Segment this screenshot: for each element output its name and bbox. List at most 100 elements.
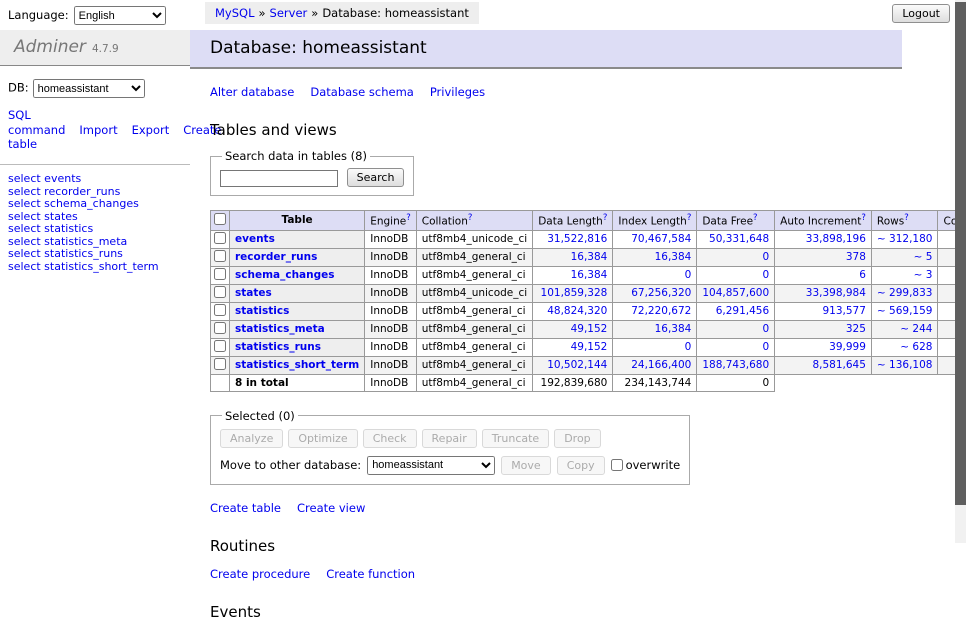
table-name-link[interactable]: statistics_runs	[235, 341, 321, 353]
table-name-link[interactable]: statistics	[235, 305, 289, 317]
row-checkbox[interactable]	[214, 286, 226, 298]
sql-command-link[interactable]: SQL command	[8, 108, 65, 137]
table-name-link[interactable]: events	[235, 233, 275, 245]
overwrite-checkbox[interactable]	[611, 459, 623, 471]
alter-database-link[interactable]: Alter database	[210, 85, 294, 99]
version-link[interactable]: 4.7.9	[92, 43, 119, 55]
create-procedure-link[interactable]: Create procedure	[210, 567, 310, 581]
data-free-link[interactable]: 0	[762, 251, 769, 263]
db-select[interactable]: homeassistant	[33, 79, 145, 98]
row-checkbox[interactable]	[214, 232, 226, 244]
repair-button[interactable]: Repair	[422, 429, 477, 448]
export-link[interactable]: Export	[132, 123, 170, 137]
index-length-help-link[interactable]: ?	[687, 213, 692, 223]
breadcrumb-mysql-link[interactable]: MySQL	[215, 6, 255, 20]
auto-increment-link[interactable]: 378	[846, 251, 866, 263]
optimize-button[interactable]: Optimize	[288, 429, 357, 448]
table-name-link[interactable]: statistics_meta	[235, 323, 325, 335]
logout-button[interactable]: Logout	[892, 4, 950, 23]
scrollbar-track[interactable]	[955, 0, 966, 543]
row-checkbox[interactable]	[214, 304, 226, 316]
data-free-link[interactable]: 0	[762, 269, 769, 281]
move-button[interactable]: Move	[501, 456, 551, 475]
data-free-link[interactable]: 0	[762, 341, 769, 353]
data-length-link[interactable]: 101,859,328	[541, 287, 608, 299]
index-length-link[interactable]: 67,256,320	[631, 287, 691, 299]
rows-count-link[interactable]: ~ 299,833	[877, 287, 933, 299]
index-length-link[interactable]: 24,166,400	[631, 359, 691, 371]
index-length-link[interactable]: 0	[685, 341, 692, 353]
engine-help-link[interactable]: ?	[406, 213, 411, 223]
check-button[interactable]: Check	[363, 429, 417, 448]
row-checkbox[interactable]	[214, 322, 226, 334]
table-name-link[interactable]: schema_changes	[235, 269, 335, 281]
table-name-link[interactable]: states	[235, 287, 272, 299]
sidebar-item-select-statistics-short-term[interactable]: select statistics_short_term	[8, 261, 182, 274]
copy-button[interactable]: Copy	[557, 456, 605, 475]
data-length-link[interactable]: 49,152	[571, 341, 608, 353]
privileges-link[interactable]: Privileges	[430, 85, 485, 99]
rows-count-link[interactable]: ~ 3	[914, 269, 933, 281]
search-input[interactable]	[220, 170, 338, 187]
rows-count-link[interactable]: ~ 628	[900, 341, 932, 353]
breadcrumb-server-link[interactable]: Server	[270, 6, 308, 20]
data-free-link[interactable]: 104,857,600	[702, 287, 769, 299]
rows-count-link[interactable]: ~ 569,159	[877, 305, 933, 317]
auto-increment-link[interactable]: 6	[859, 269, 866, 281]
sidebar-item-select-statistics-runs[interactable]: select statistics_runs	[8, 248, 182, 261]
row-checkbox[interactable]	[214, 358, 226, 370]
sidebar-item-select-schema-changes[interactable]: select schema_changes	[8, 198, 182, 211]
index-length-link[interactable]: 0	[685, 269, 692, 281]
row-checkbox[interactable]	[214, 268, 226, 280]
data-free-link[interactable]: 0	[762, 323, 769, 335]
drop-button[interactable]: Drop	[554, 429, 600, 448]
data-length-help-link[interactable]: ?	[603, 213, 608, 223]
sidebar-item-select-statistics[interactable]: select statistics	[8, 223, 182, 236]
sidebar-item-select-events[interactable]: select events	[8, 173, 182, 186]
language-select[interactable]: English	[74, 6, 166, 25]
table-name-link[interactable]: statistics_short_term	[235, 359, 359, 371]
index-length-link[interactable]: 16,384	[655, 323, 692, 335]
scrollbar-thumb[interactable]	[955, 2, 966, 505]
rows-count-link[interactable]: ~ 312,180	[877, 233, 933, 245]
data-free-link[interactable]: 50,331,648	[709, 233, 769, 245]
row-checkbox[interactable]	[214, 250, 226, 262]
index-length-link[interactable]: 70,467,584	[631, 233, 691, 245]
create-table-link[interactable]: Create table	[210, 501, 281, 515]
rows-count-link[interactable]: ~ 5	[914, 251, 933, 263]
create-function-link[interactable]: Create function	[326, 567, 415, 581]
adminer-logo: Adminer	[14, 37, 86, 57]
rows-count-link[interactable]: ~ 244	[900, 323, 932, 335]
data-free-help-link[interactable]: ?	[753, 213, 758, 223]
search-button[interactable]: Search	[347, 168, 405, 187]
analyze-button[interactable]: Analyze	[220, 429, 283, 448]
auto-increment-link[interactable]: 33,898,196	[806, 233, 866, 245]
auto-increment-help-link[interactable]: ?	[861, 213, 866, 223]
data-length-link[interactable]: 49,152	[571, 323, 608, 335]
row-checkbox[interactable]	[214, 340, 226, 352]
rows-help-link[interactable]: ?	[904, 213, 909, 223]
collation-help-link[interactable]: ?	[468, 213, 473, 223]
index-length-link[interactable]: 72,220,672	[631, 305, 691, 317]
data-length-link[interactable]: 10,502,144	[547, 359, 607, 371]
create-view-link[interactable]: Create view	[297, 501, 365, 515]
data-length-link[interactable]: 48,824,320	[547, 305, 607, 317]
data-length-link[interactable]: 31,522,816	[547, 233, 607, 245]
index-length-link[interactable]: 16,384	[655, 251, 692, 263]
auto-increment-link[interactable]: 8,581,645	[812, 359, 865, 371]
auto-increment-link[interactable]: 325	[846, 323, 866, 335]
data-free-link[interactable]: 6,291,456	[716, 305, 769, 317]
data-free-link[interactable]: 188,743,680	[702, 359, 769, 371]
move-db-select[interactable]: homeassistant	[367, 456, 495, 475]
auto-increment-link[interactable]: 39,999	[829, 341, 866, 353]
truncate-button[interactable]: Truncate	[482, 429, 549, 448]
auto-increment-link[interactable]: 33,398,984	[806, 287, 866, 299]
data-length-link[interactable]: 16,384	[571, 251, 608, 263]
data-length-link[interactable]: 16,384	[571, 269, 608, 281]
auto-increment-link[interactable]: 913,577	[823, 305, 866, 317]
database-schema-link[interactable]: Database schema	[310, 85, 413, 99]
rows-count-link[interactable]: ~ 136,108	[877, 359, 933, 371]
table-name-link[interactable]: recorder_runs	[235, 251, 317, 263]
import-link[interactable]: Import	[79, 123, 117, 137]
select-all-checkbox[interactable]	[214, 213, 226, 225]
